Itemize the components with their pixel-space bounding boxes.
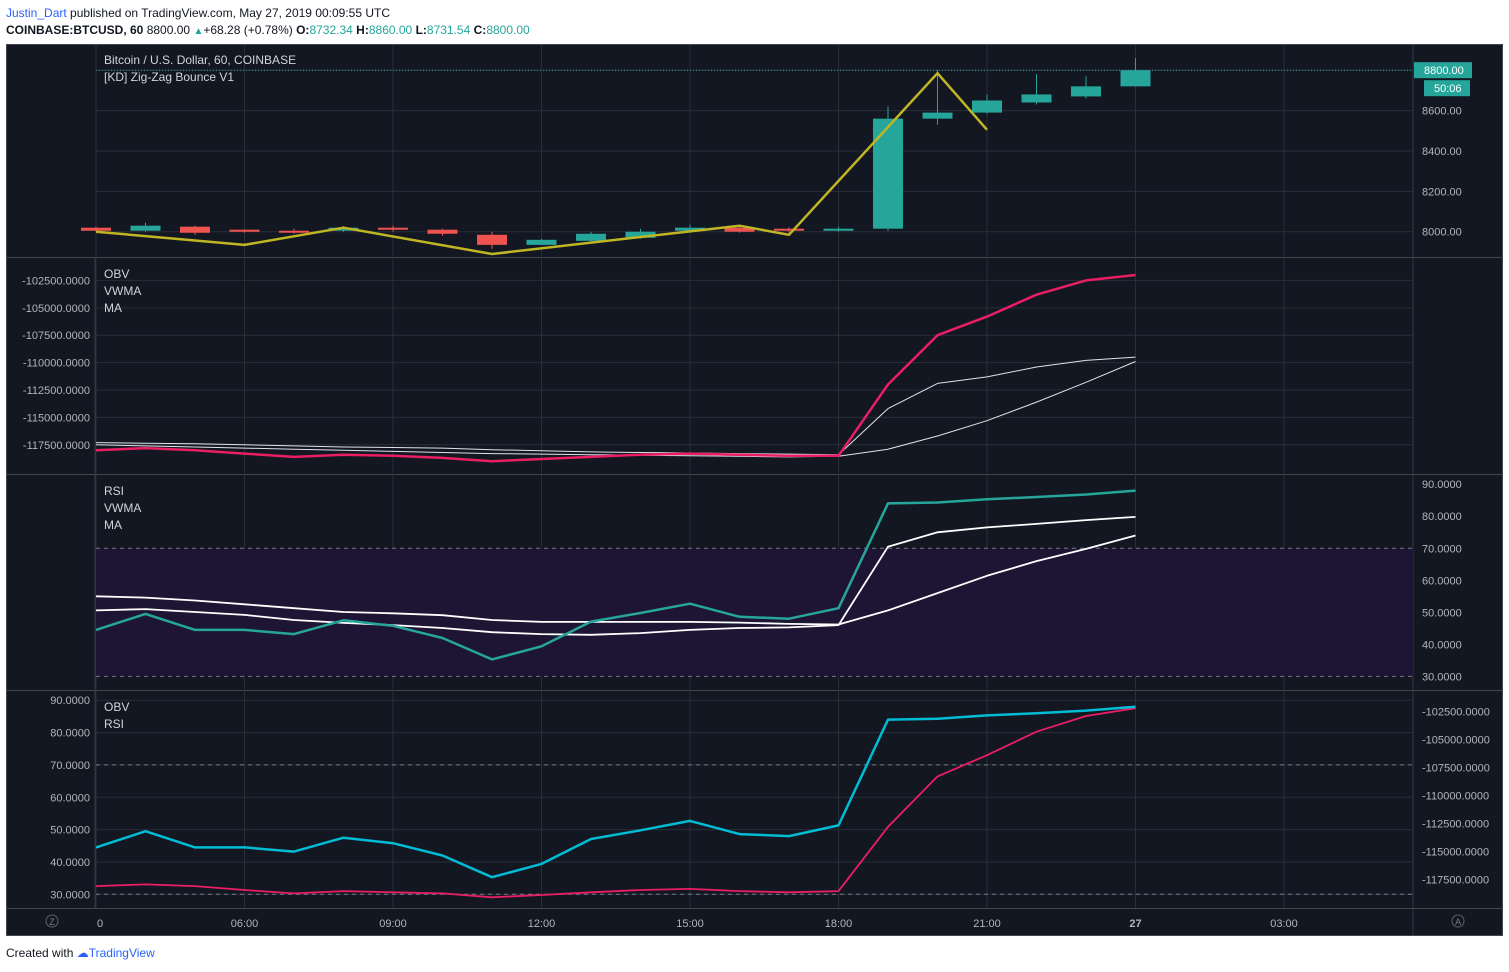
candle-body	[180, 226, 210, 233]
chart-background	[6, 44, 1503, 936]
left-rsi-axis-label: 40.0000	[50, 857, 90, 869]
candle-body	[1021, 94, 1052, 103]
rsi-axis-label: 90.0000	[1422, 479, 1462, 491]
candle-body	[279, 230, 309, 233]
obv-axis-label: -112500.0000	[23, 385, 90, 397]
candle-body	[526, 239, 557, 245]
footer: Created with ☁TradingView	[6, 946, 155, 960]
candle-body	[774, 228, 804, 231]
legend-entry-obv: OBV	[104, 267, 129, 281]
left-rsi-axis-label: 70.0000	[50, 760, 90, 772]
candle-body	[1071, 86, 1101, 97]
chart-title: Bitcoin / U.S. Dollar, 60, COINBASE	[104, 53, 296, 67]
candle-body	[576, 233, 606, 241]
legend-entry-rsi: RSI	[104, 484, 124, 498]
right-obv-axis-label: -112500.0000	[1422, 818, 1489, 830]
candle-body	[427, 229, 458, 234]
obv-axis-label: -105000.0000	[22, 303, 90, 315]
legend-entry-obv: OBV	[104, 700, 129, 714]
legend-entry-vwma: VWMA	[104, 501, 141, 515]
time-axis-label: 15:00	[676, 918, 704, 930]
legend-entry-rsi: RSI	[104, 717, 124, 731]
candle-body	[130, 225, 161, 231]
legend-entry-vwma: VWMA	[104, 284, 141, 298]
candle-body	[229, 229, 260, 232]
legend-entry-ma: MA	[104, 301, 122, 315]
candle-body	[922, 112, 953, 119]
candle-body	[378, 227, 408, 230]
right-obv-axis-label: -105000.0000	[1422, 735, 1490, 747]
right-obv-axis-label: -107500.0000	[1422, 762, 1490, 774]
left-rsi-axis-label: 30.0000	[50, 889, 90, 901]
tradingview-brand[interactable]: TradingView	[89, 946, 155, 960]
candle-body	[972, 100, 1002, 113]
price-axis-label: 8000.00	[1422, 227, 1462, 239]
time-axis-label: 18:00	[825, 918, 853, 930]
legend-entry-ma: MA	[104, 518, 122, 532]
right-obv-axis-label: -117500.0000	[1422, 874, 1489, 886]
left-corner-label: Z	[49, 917, 55, 927]
candle-body	[873, 118, 903, 229]
left-rsi-axis-label: 50.0000	[50, 825, 90, 837]
obv-axis-label: -115000.0000	[23, 412, 90, 424]
rsi-axis-label: 60.0000	[1422, 575, 1462, 587]
last-price-label: 8800.00	[1424, 65, 1464, 77]
rsi-axis-label: 70.0000	[1422, 543, 1462, 555]
left-rsi-axis-label: 60.0000	[50, 792, 90, 804]
rsi-band-fill	[96, 548, 1413, 677]
price-axis-label: 8400.00	[1422, 146, 1462, 158]
candle-body	[823, 228, 854, 231]
time-axis-label: 0	[97, 918, 103, 930]
time-axis-label: 03:00	[1270, 918, 1298, 930]
time-axis-label: 27	[1129, 918, 1141, 930]
obv-axis-label: -117500.0000	[23, 440, 90, 452]
obv-axis-label: -107500.0000	[22, 330, 90, 342]
candle-body	[81, 227, 111, 231]
countdown-label: 50:06	[1434, 83, 1462, 95]
rsi-axis-label: 50.0000	[1422, 607, 1462, 619]
right-obv-axis-label: -102500.0000	[1422, 707, 1490, 719]
rsi-axis-label: 80.0000	[1422, 511, 1462, 523]
time-axis-label: 21:00	[973, 918, 1001, 930]
left-rsi-axis-label: 90.0000	[50, 695, 90, 707]
rsi-axis-label: 30.0000	[1422, 671, 1462, 683]
tradingview-logo-icon: ☁	[76, 946, 89, 960]
right-obv-axis-label: -110000.0000	[1422, 790, 1489, 802]
right-obv-axis-label: -115000.0000	[1422, 846, 1489, 858]
chart-canvas[interactable]: 0 06:00 09:00 12:00 15:00 18:00 21:00 27 03:00 Z A…	[0, 0, 1509, 940]
candle-body	[1120, 70, 1151, 87]
rsi-axis-label: 40.0000	[1422, 639, 1462, 651]
time-axis-label: 09:00	[379, 918, 407, 930]
obv-axis-label: -102500.0000	[22, 275, 90, 287]
indicator-title: [KD] Zig-Zag Bounce V1	[104, 70, 234, 84]
candle-body	[477, 234, 507, 245]
time-axis-label: 12:00	[528, 918, 556, 930]
right-corner-label: A	[1455, 917, 1461, 927]
time-axis-label: 06:00	[231, 918, 259, 930]
left-rsi-axis-label: 80.0000	[50, 728, 90, 740]
price-axis-label: 8600.00	[1422, 106, 1462, 118]
created-with-text: Created with	[6, 946, 74, 960]
price-axis-label: 8200.00	[1422, 186, 1462, 198]
obv-axis-label: -110000.0000	[23, 358, 90, 370]
